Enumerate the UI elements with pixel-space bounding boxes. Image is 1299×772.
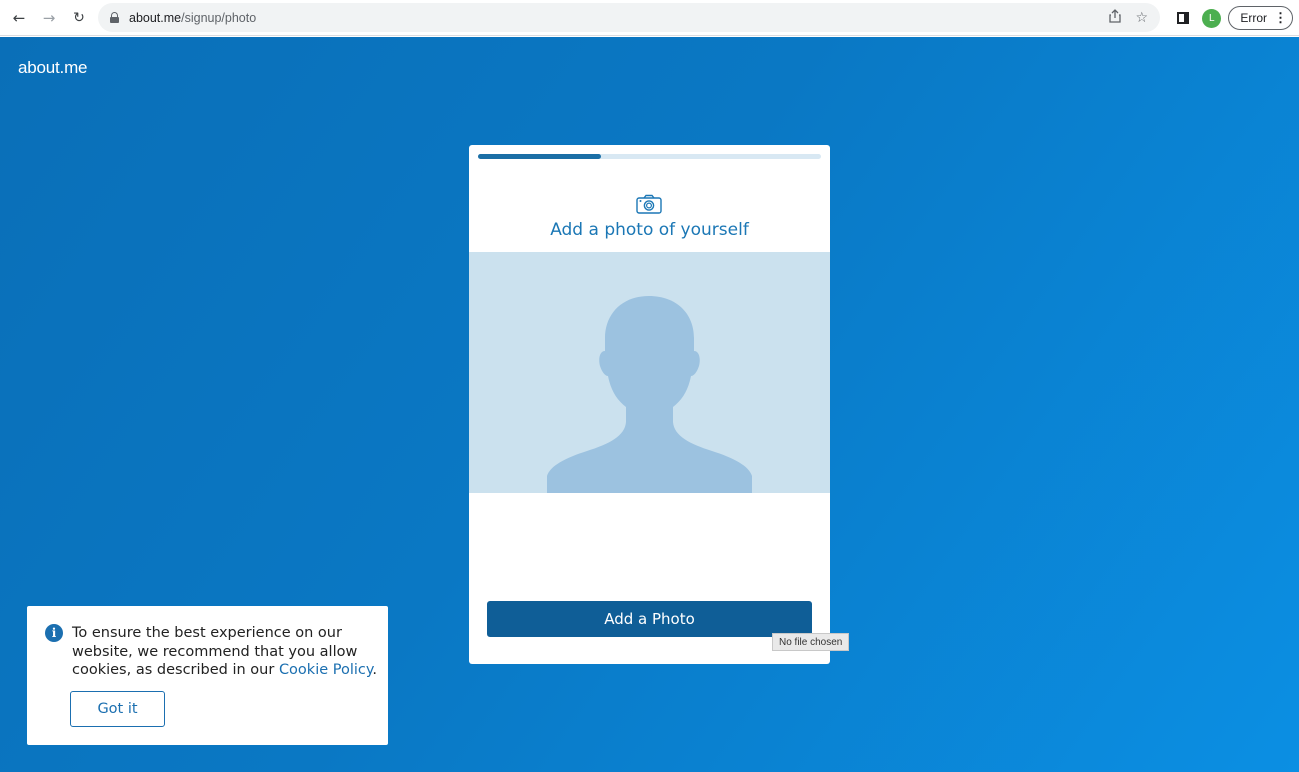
got-it-button[interactable]: Got it [70, 691, 165, 727]
error-label: Error [1240, 11, 1267, 25]
cookie-message-period: . [372, 662, 378, 678]
reload-icon[interactable]: ↻ [68, 7, 90, 29]
signup-progress-bar [478, 154, 821, 159]
browser-toolbar: ← → ↻ about.me/signup/photo ☆ L Error ⋮ [0, 0, 1299, 36]
page-title: Add a photo of yourself [550, 220, 749, 240]
person-silhouette-icon [547, 296, 752, 493]
file-input-tooltip: No file chosen [772, 633, 850, 651]
brand-logo[interactable]: about.me [18, 58, 87, 78]
cookie-policy-link[interactable]: Cookie Policy [279, 662, 372, 678]
cookie-banner: i To ensure the best experience on our w… [27, 606, 388, 745]
lock-icon [110, 12, 119, 23]
cookie-message: To ensure the best experience on our web… [72, 624, 377, 680]
kebab-menu-icon: ⋮ [1274, 10, 1287, 25]
address-bar[interactable]: about.me/signup/photo ☆ [98, 3, 1160, 32]
signup-card: Add a photo of yourself Add a Photo [469, 145, 830, 664]
page-background: about.me Add a photo of yourself Add a P… [0, 37, 1299, 772]
forward-arrow-icon[interactable]: → [38, 7, 60, 29]
camera-icon [636, 194, 662, 214]
photo-placeholder[interactable] [469, 252, 830, 493]
side-panel-icon[interactable] [1177, 12, 1190, 24]
signup-progress-fill [478, 154, 602, 159]
add-photo-button[interactable]: Add a Photo [487, 601, 812, 637]
profile-avatar[interactable]: L [1202, 8, 1222, 28]
back-arrow-icon[interactable]: ← [8, 7, 30, 29]
share-icon[interactable] [1109, 8, 1122, 27]
browser-error-menu-button[interactable]: Error ⋮ [1228, 6, 1293, 30]
url-text: about.me/signup/photo [129, 10, 257, 25]
info-icon: i [45, 624, 63, 642]
bookmark-star-icon[interactable]: ☆ [1135, 10, 1148, 26]
